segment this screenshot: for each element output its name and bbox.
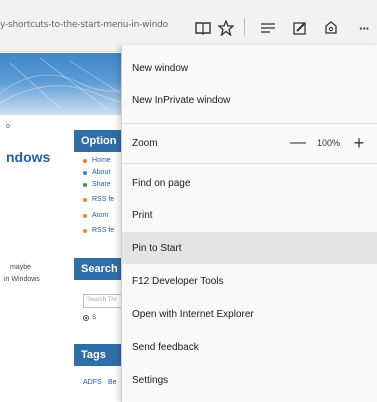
option-link-label: About [92, 169, 111, 176]
radio-label: S [92, 315, 97, 321]
option-link-label: Share [92, 181, 111, 188]
option-link-label: RSS fe [92, 227, 115, 234]
menu-divider [122, 123, 377, 124]
star-icon[interactable] [216, 18, 236, 38]
menu-item-open-with-ie[interactable]: Open with Internet Explorer [122, 298, 377, 330]
zoom-level: 100% [316, 138, 340, 148]
menu-item-print[interactable]: Print [122, 199, 377, 231]
rss-icon [83, 213, 87, 218]
option-link-share[interactable]: Share [83, 181, 111, 188]
option-link-label: RSS fe [92, 196, 115, 203]
hub-lines-icon[interactable] [258, 18, 278, 38]
menu-item-zoom: Zoom — 100% + [122, 127, 377, 159]
menu-item-f12-developer-tools[interactable]: F12 Developer Tools [122, 265, 377, 297]
bullet-icon [83, 158, 87, 163]
option-link-atom[interactable]: Atom [83, 212, 108, 219]
tags-panel-header: Tags [74, 344, 126, 366]
option-link-about[interactable]: About [83, 169, 110, 176]
bullet-icon [83, 182, 87, 187]
options-panel-header: Option [74, 130, 126, 152]
rss-icon [83, 197, 87, 202]
rss-icon [83, 228, 87, 233]
more-actions-menu: New window New InPrivate window Zoom — 1… [121, 45, 377, 402]
menu-item-pin-to-start[interactable]: Pin to Start [122, 232, 377, 264]
book-icon[interactable] [193, 18, 213, 38]
search-panel-header: Search [74, 258, 126, 280]
left-text-line: in Windows [4, 276, 40, 283]
site-title: ndows [6, 149, 51, 165]
zoom-label: Zoom [132, 137, 158, 149]
left-link[interactable]: o [6, 123, 10, 130]
zoom-out-button[interactable]: — [289, 135, 307, 151]
bullet-icon [83, 170, 87, 175]
menu-item-send-feedback[interactable]: Send feedback [122, 331, 377, 363]
zoom-controls: — 100% + [289, 127, 368, 159]
share-icon[interactable] [321, 18, 341, 38]
address-bar[interactable]: y-shortcuts-to-the-start-menu-in-windo [0, 20, 190, 38]
search-scope-radio[interactable]: S [83, 315, 96, 321]
menu-item-new-window[interactable]: New window [122, 52, 377, 84]
option-link-rss[interactable]: RSS fe [83, 196, 114, 203]
option-link-home[interactable]: Home [83, 157, 111, 164]
option-link-label: Atom [92, 212, 109, 219]
toolbar-divider [244, 18, 245, 36]
zoom-in-button[interactable]: + [350, 134, 368, 152]
option-link-rss-comments[interactable]: RSS fe [83, 227, 114, 234]
tag-link[interactable]: Be [108, 379, 117, 386]
menu-divider [122, 163, 377, 164]
tag-link[interactable]: ADFS [83, 379, 102, 386]
more-dots-icon[interactable]: ··· [353, 18, 375, 38]
menu-item-new-inprivate-window[interactable]: New InPrivate window [122, 84, 377, 116]
option-link-label: Home [92, 157, 111, 164]
menu-item-find-on-page[interactable]: Find on page [122, 167, 377, 199]
pen-square-icon[interactable] [290, 18, 310, 38]
radio-icon [83, 315, 89, 321]
menu-item-settings[interactable]: Settings [122, 364, 377, 396]
left-text-line: maybe [10, 264, 32, 271]
